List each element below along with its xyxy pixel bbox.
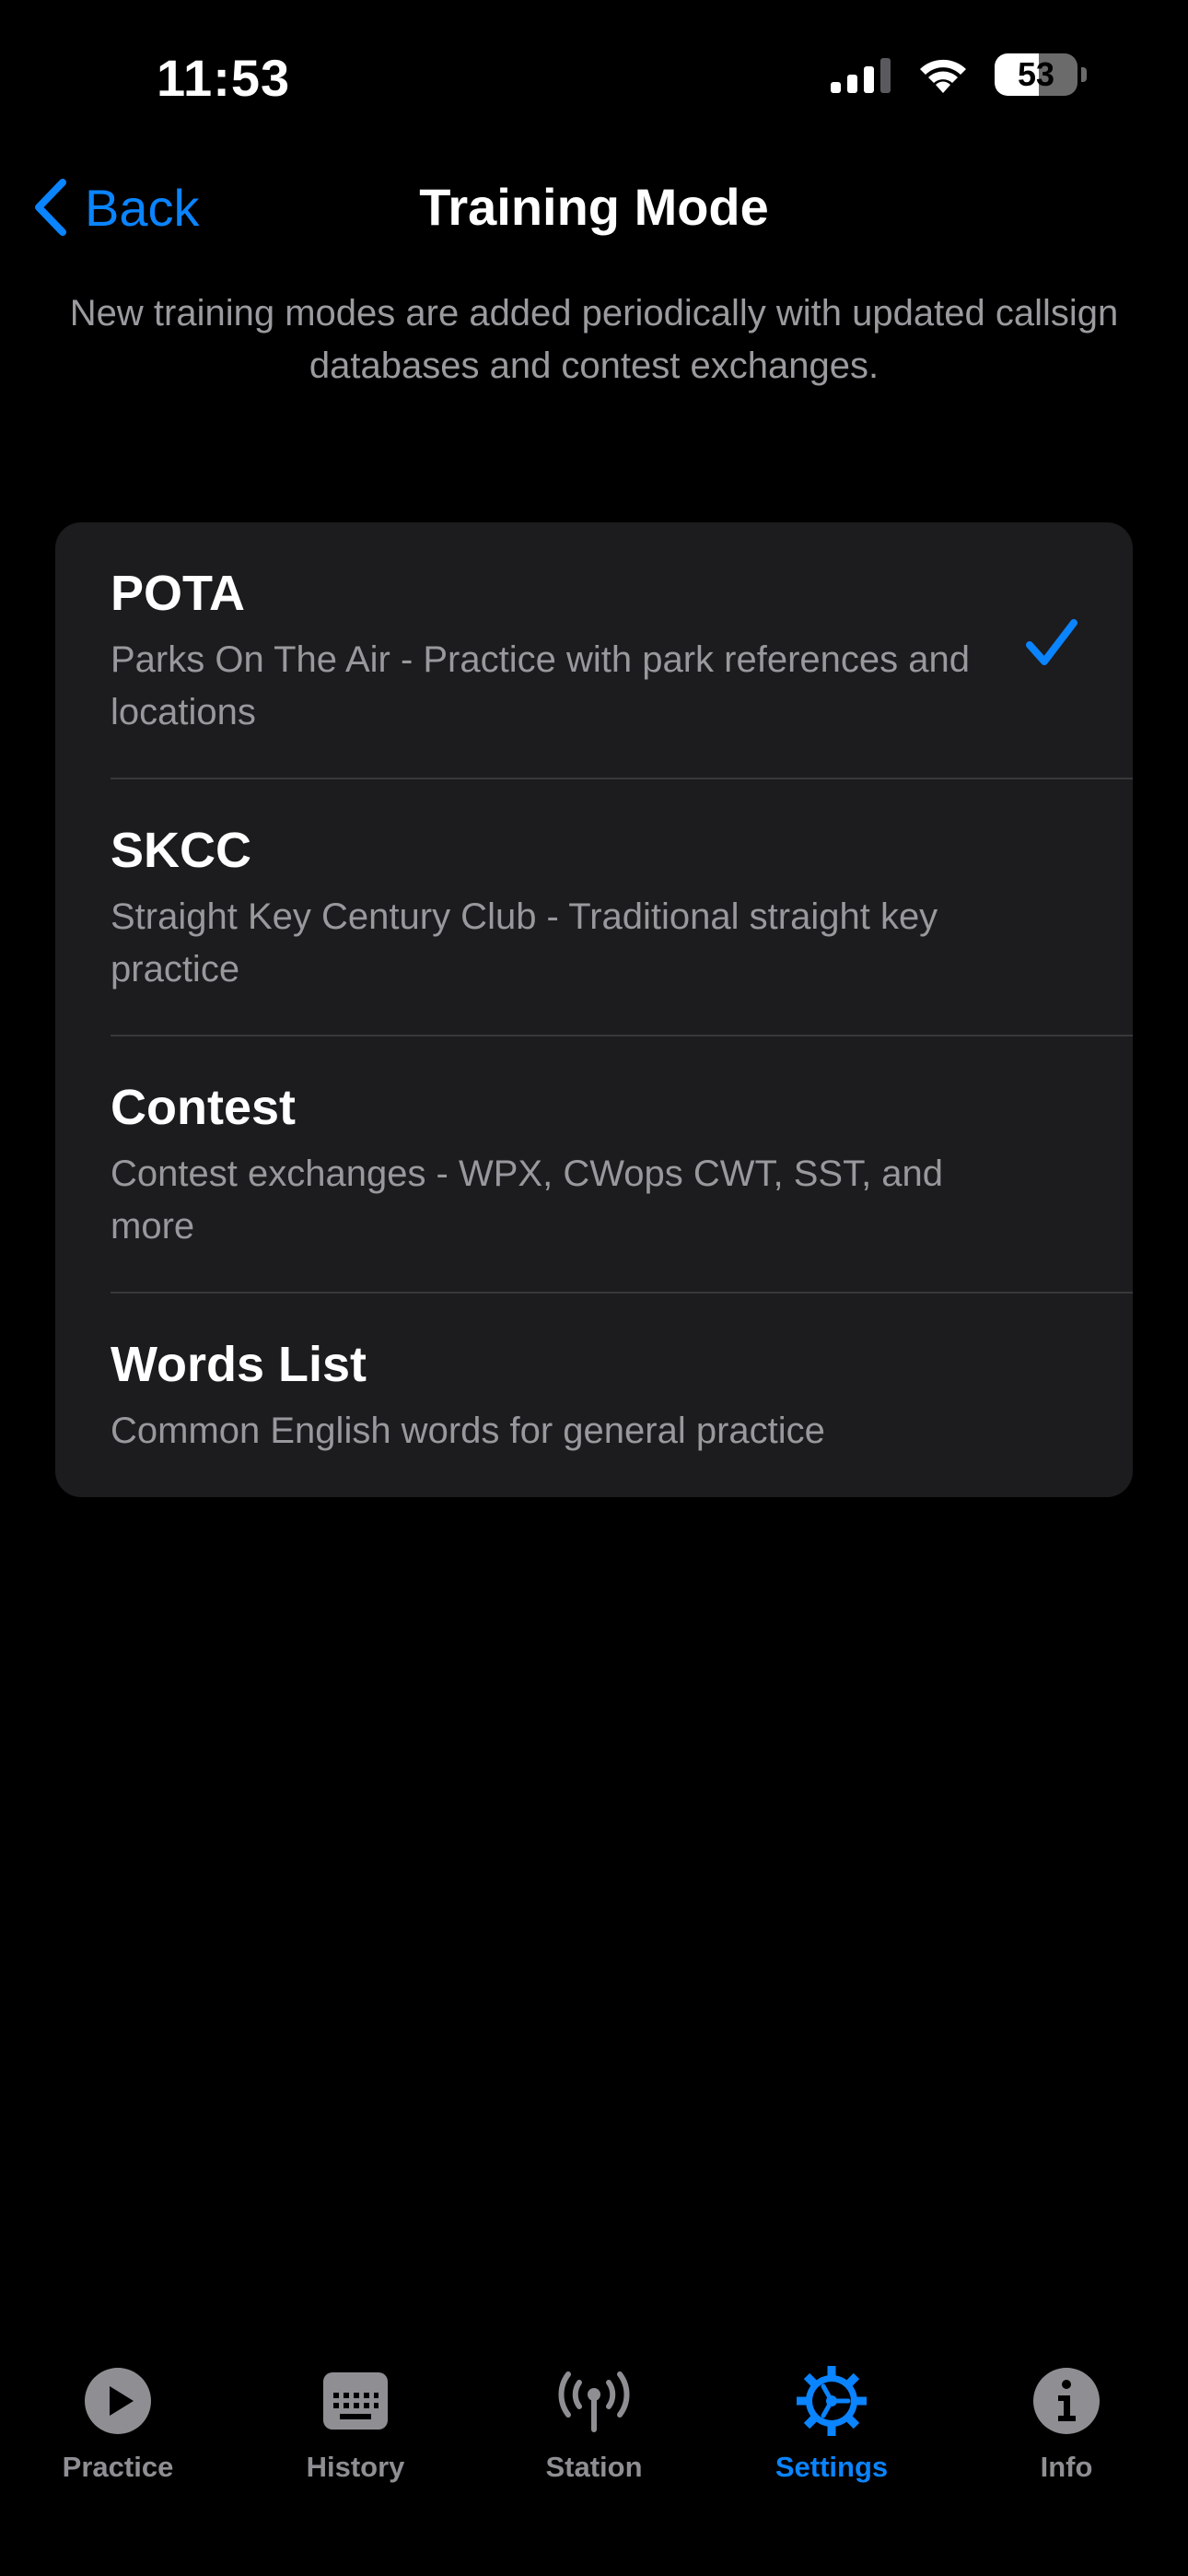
tab-settings[interactable]: Settings	[730, 2360, 933, 2484]
tab-practice[interactable]: Practice	[17, 2360, 219, 2484]
tab-label: Settings	[775, 2451, 889, 2483]
mode-title: Contest	[111, 1080, 296, 1135]
tab-station[interactable]: Station	[493, 2360, 695, 2484]
training-mode-list: POTA Parks On The Air - Practice with pa…	[55, 522, 1133, 1497]
mode-subtitle: Common English words for general practic…	[111, 1411, 825, 1451]
tab-label: Practice	[62, 2451, 174, 2483]
battery-percent: 53	[1017, 55, 1055, 93]
info-circle-icon	[1031, 2360, 1101, 2441]
battery-cap	[1081, 67, 1087, 82]
battery-icon: 53	[995, 53, 1077, 96]
mode-subtitle: Straight Key Century Club - Traditional …	[111, 896, 938, 989]
antenna-icon	[557, 2360, 631, 2441]
training-mode-screen: 11:53 53 Back Training Mode New training…	[0, 0, 1188, 2576]
mode-row-contest[interactable]: Contest Contest exchanges - WPX, CWops C…	[55, 1036, 1133, 1294]
mode-row-pota[interactable]: POTA Parks On The Air - Practice with pa…	[55, 522, 1133, 779]
status-icons: 53	[831, 53, 1087, 96]
keyboard-icon	[321, 2360, 390, 2441]
navigation-bar: Back Training Mode	[0, 157, 1188, 258]
checkmark-icon	[1026, 619, 1077, 665]
tab-label: History	[306, 2451, 405, 2483]
tab-label: Info	[1040, 2451, 1093, 2483]
mode-title: Words List	[111, 1337, 367, 1392]
mode-row-words-list[interactable]: Words List Common English words for gene…	[55, 1294, 1133, 1497]
play-circle-icon	[83, 2360, 153, 2441]
battery-indicator: 53	[995, 53, 1087, 96]
tab-label: Station	[545, 2451, 643, 2483]
section-description: New training modes are added periodicall…	[69, 293, 1119, 386]
tab-history[interactable]: History	[254, 2360, 457, 2484]
status-bar: 11:53 53	[0, 0, 1188, 157]
mode-title: POTA	[111, 566, 245, 621]
mode-row-skcc[interactable]: SKCC Straight Key Century Club - Traditi…	[55, 779, 1133, 1036]
wifi-icon	[920, 59, 966, 93]
status-time: 11:53	[157, 49, 291, 107]
page-title: Training Mode	[419, 178, 769, 236]
cellular-signal-icon	[831, 58, 891, 93]
mode-title: SKCC	[111, 823, 252, 878]
mode-subtitle: Contest exchanges - WPX, CWops CWT, SST,…	[111, 1153, 944, 1247]
tab-bar: Practice History Station Settings Info	[0, 2340, 1188, 2576]
tab-info[interactable]: Info	[965, 2360, 1168, 2484]
mode-subtitle: Parks On The Air - Practice with park re…	[111, 639, 970, 732]
gear-icon	[795, 2360, 868, 2441]
